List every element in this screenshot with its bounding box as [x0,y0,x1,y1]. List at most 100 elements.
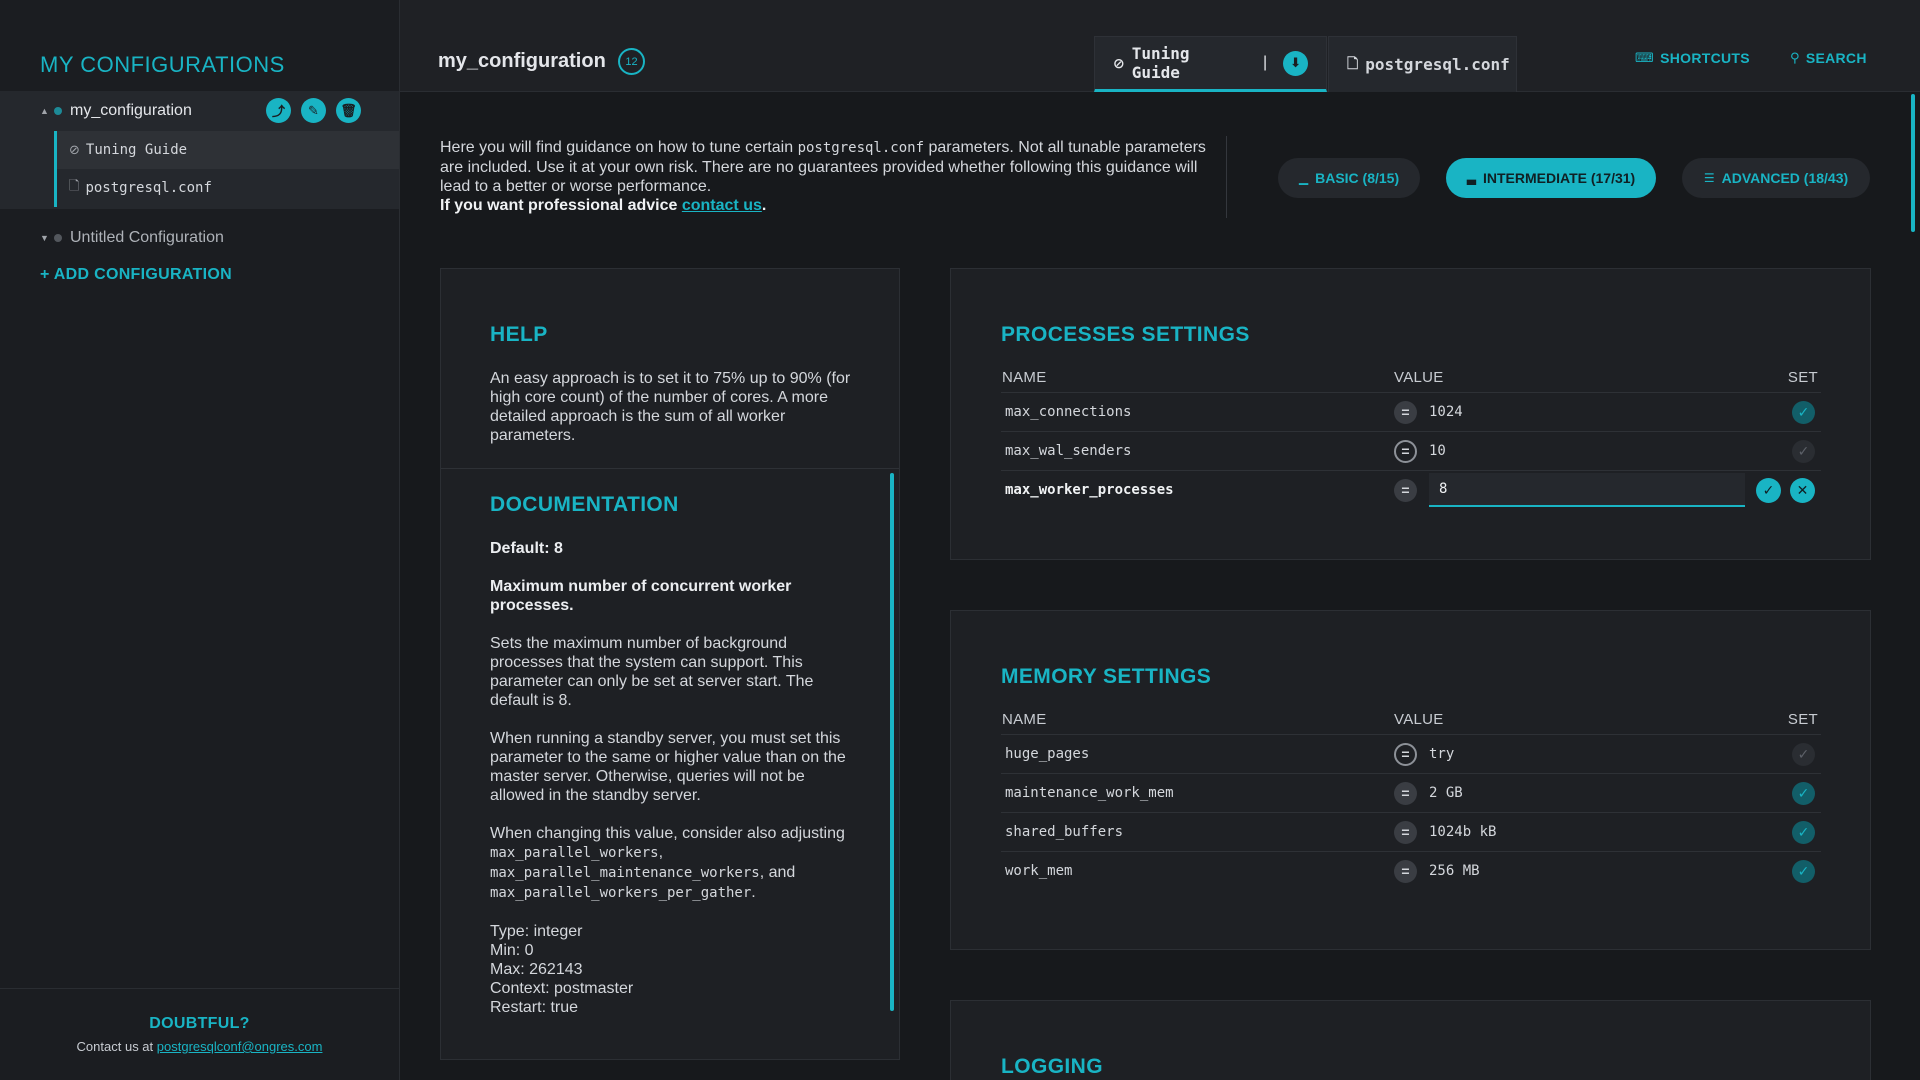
level-bars-icon: ☰ [1703,171,1715,185]
help-heading: HELP [490,323,548,346]
doc-related-comma: , [658,844,664,861]
doc-context: Context: postmaster [490,980,634,997]
setting-value[interactable]: 1024b kB [1429,824,1496,840]
logging-heading: LOGGING [1001,1055,1103,1078]
search-icon: ⚲ [1790,50,1800,65]
equals-icon[interactable]: = [1394,781,1417,805]
doc-type: Type: integer [490,923,583,940]
help-panel: HELP An easy approach is to set it to 75… [440,268,900,1060]
check-icon[interactable]: ✓ [1792,859,1815,883]
footer-contact-prefix: Contact us at [76,1039,154,1054]
column-header-set: SET [1787,369,1818,386]
doc-related-param: max_parallel_workers_per_gather [490,885,752,901]
sidebar-title: MY CONFIGURATIONS [40,52,285,77]
footer-email-link[interactable]: postgresqlconf@ongres.com [157,1039,323,1054]
sidebar-item-postgresql-conf[interactable]: 🗋 postgresql.conf [54,169,399,207]
logging-settings-panel: LOGGING [950,1000,1871,1080]
table-row[interactable]: maintenance_work_mem = 2 GB ✓ [1001,773,1821,812]
intro-text: Here you will find guidance on how to tu… [440,138,1220,215]
doc-min: Min: 0 [490,942,534,959]
setting-name: work_mem [1005,863,1073,879]
search-button[interactable]: ⚲ SEARCH [1790,50,1867,66]
documentation-heading: DOCUMENTATION [490,493,679,516]
footer-title: DOUBTFUL? [149,1015,250,1032]
check-icon[interactable]: ✓ [1792,439,1815,463]
download-icon[interactable]: ⬇ [1283,50,1308,76]
tab-label: postgresql.conf [1365,55,1510,74]
equals-icon[interactable]: = [1394,439,1417,463]
header: my_configuration 12 ⊘ Tuning Guide | ⬇ 🗋… [400,0,1920,92]
setting-value[interactable]: 10 [1429,443,1446,459]
level-label: ADVANCED (18/43) [1721,170,1849,186]
sidebar-footer: DOUBTFUL? Contact us at postgresqlconf@o… [0,988,399,1080]
check-icon[interactable]: ✓ [1792,781,1815,805]
confirm-icon[interactable]: ✓ [1756,477,1781,503]
caret-up-icon[interactable]: ▲ [40,106,49,116]
tab-tuning-guide[interactable]: ⊘ Tuning Guide | ⬇ [1094,36,1327,92]
equals-icon[interactable]: = [1394,859,1417,883]
level-basic-button[interactable]: ▁ BASIC (8/15) [1278,158,1420,198]
equals-icon[interactable]: = [1394,820,1417,844]
column-header-set: SET [1787,711,1818,728]
setting-value[interactable]: 1024 [1429,404,1463,420]
doc-related-param: max_parallel_maintenance_workers [490,865,760,881]
table-row[interactable]: max_connections = 1024 ✓ [1001,392,1821,431]
setting-name: maintenance_work_mem [1005,785,1174,801]
contact-us-link[interactable]: contact us [682,197,762,214]
level-bars-icon: ▃ [1466,171,1476,185]
main-scrollbar[interactable] [1911,94,1915,232]
help-divider [441,468,899,469]
edit-icon[interactable]: ✎ [301,98,326,123]
check-icon[interactable]: ✓ [1792,742,1815,766]
doc-related-end: . [751,884,756,901]
check-icon[interactable]: ✓ [1792,400,1815,424]
sidebar-item-label: postgresql.conf [85,180,212,196]
trash-icon[interactable]: 🗑 [336,98,361,123]
table-row[interactable]: max_wal_senders = 10 ✓ [1001,431,1821,470]
doc-default: Default: 8 [490,540,563,557]
equals-icon[interactable]: = [1394,400,1417,424]
table-row[interactable]: shared_buffers = 1024b kB ✓ [1001,812,1821,851]
caret-down-icon[interactable]: ▼ [40,233,49,243]
setting-value[interactable]: try [1429,746,1454,762]
setting-name: shared_buffers [1005,824,1124,840]
help-text: An easy approach is to set it to 75% up … [490,370,851,444]
tab-postgresql-conf[interactable]: 🗋 postgresql.conf [1328,36,1517,92]
equals-icon[interactable]: = [1394,742,1417,766]
setting-name: max_connections [1005,404,1132,420]
processes-heading: PROCESSES SETTINGS [1001,323,1250,346]
processes-settings-panel: PROCESSES SETTINGS NAME VALUE SET max_co… [950,268,1871,560]
shortcuts-button[interactable]: ⌨ SHORTCUTS [1635,50,1750,66]
table-row[interactable]: work_mem = 256 MB ✓ [1001,851,1821,890]
setting-name: max_wal_senders [1005,443,1132,459]
sidebar-item-tuning-guide[interactable]: ⊘ Tuning Guide [54,131,399,169]
equals-icon[interactable]: = [1394,478,1417,502]
setting-value-input[interactable] [1429,473,1745,507]
setting-value[interactable]: 2 GB [1429,785,1463,801]
doc-summary: Maximum number of concurrent worker proc… [490,578,792,614]
level-intermediate-button[interactable]: ▃ INTERMEDIATE (17/31) [1446,158,1656,198]
setting-name: huge_pages [1005,746,1090,762]
share-icon[interactable]: ⤴ [266,98,291,123]
config-actions: ⤴ ✎ 🗑 [266,98,361,123]
level-advanced-button[interactable]: ☰ ADVANCED (18/43) [1682,158,1870,198]
check-icon[interactable]: ✓ [1792,820,1815,844]
setting-value[interactable]: 256 MB [1429,863,1480,879]
setting-name: max_worker_processes [1005,482,1174,498]
file-icon: 🗋 [1347,54,1359,71]
column-header-value: VALUE [1394,711,1444,728]
compass-icon: ⊘ [69,142,80,157]
add-configuration-button[interactable]: + ADD CONFIGURATION [40,266,232,284]
level-bars-icon: ▁ [1298,171,1309,185]
config-item-my-configuration[interactable]: ▲ my_configuration ⤴ ✎ 🗑 [0,91,399,131]
tab-separator: | [1262,54,1268,71]
level-label: INTERMEDIATE (17/31) [1483,170,1636,186]
shortcuts-label: SHORTCUTS [1660,50,1750,66]
close-icon[interactable]: ✕ [1790,477,1815,503]
doc-related-param: max_parallel_workers [490,845,659,861]
config-item-untitled[interactable]: ▼ Untitled Configuration [0,224,399,252]
documentation-scrollbar[interactable] [890,473,894,1011]
doc-restart: Restart: true [490,999,579,1016]
table-row[interactable]: huge_pages = try ✓ [1001,734,1821,773]
table-row-editing[interactable]: max_worker_processes = ✓ ✕ [1001,470,1821,509]
